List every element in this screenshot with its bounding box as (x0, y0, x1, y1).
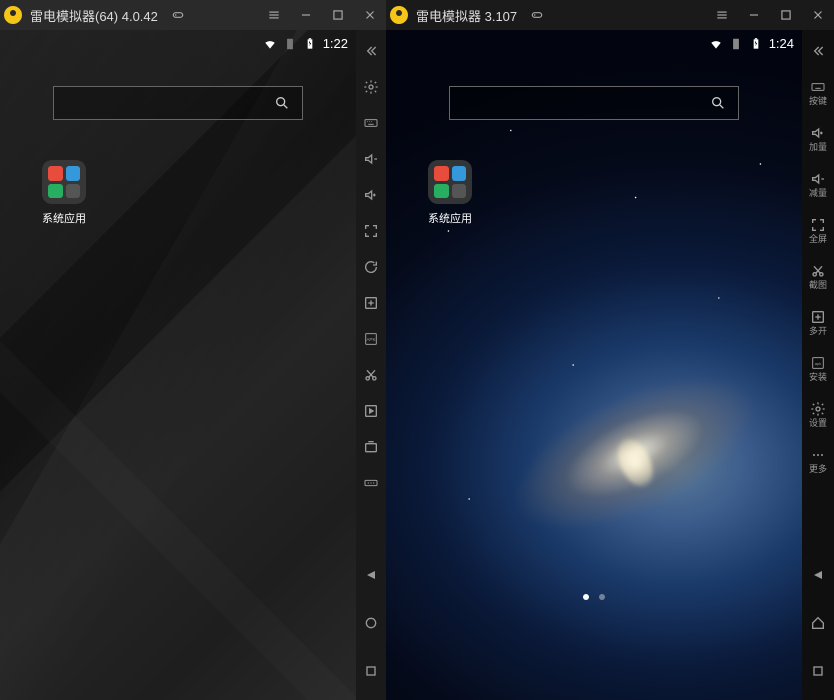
multi-instance-button[interactable]: 多开 (804, 300, 832, 344)
fullscreen-button[interactable]: 全屏 (804, 208, 832, 252)
settings-icon[interactable] (357, 70, 385, 104)
keymap-button[interactable]: 按键 (804, 70, 832, 114)
status-bar: 1:24 (709, 36, 794, 51)
battery-icon (749, 37, 763, 51)
close-icon[interactable] (806, 3, 830, 27)
status-bar: 1:22 (263, 36, 348, 51)
status-time: 1:24 (769, 36, 794, 51)
back-icon[interactable] (357, 558, 385, 592)
no-sim-icon (283, 37, 297, 51)
app-logo-icon (390, 6, 408, 24)
search-bar[interactable] (53, 86, 303, 120)
volume-down-button[interactable]: 减量 (804, 162, 832, 206)
volume-up-icon[interactable] (357, 178, 385, 212)
apk-icon[interactable]: APK (357, 322, 385, 356)
more-icon[interactable] (357, 466, 385, 500)
maximize-icon[interactable] (774, 3, 798, 27)
svg-text:apk: apk (815, 361, 821, 366)
search-icon[interactable] (262, 95, 302, 111)
back-icon[interactable] (804, 558, 832, 592)
folder-icon (42, 160, 86, 204)
home-icon[interactable] (357, 606, 385, 640)
minimize-icon[interactable] (294, 3, 318, 27)
wallpaper-galaxy (386, 268, 802, 700)
minimize-icon[interactable] (742, 3, 766, 27)
recent-icon[interactable] (804, 654, 832, 688)
add-icon[interactable] (357, 286, 385, 320)
folder-label: 系统应用 (428, 210, 472, 226)
folder-icon (428, 160, 472, 204)
gamepad-icon[interactable] (166, 3, 190, 27)
volume-up-button[interactable]: 加量 (804, 116, 832, 160)
maximize-icon[interactable] (326, 3, 350, 27)
home-icon[interactable] (804, 606, 832, 640)
collapse-icon[interactable] (357, 34, 385, 68)
status-time: 1:22 (323, 36, 348, 51)
toolbar-right: 按键 加量 减量 全屏 截图 多开 apk安装 设置 更多 (802, 30, 834, 700)
android-screen[interactable]: 1:24 系统应用 (386, 30, 802, 700)
folder-label: 系统应用 (42, 210, 86, 226)
page-dot[interactable] (599, 594, 605, 600)
app-logo-icon (4, 6, 22, 24)
volume-down-icon[interactable] (357, 142, 385, 176)
titlebar: 雷电模拟器(64) 4.0.42 (0, 0, 386, 30)
emulator-right: 雷电模拟器 3.107 1:24 系统应用 (386, 0, 834, 700)
install-apk-button[interactable]: apk安装 (804, 346, 832, 390)
play-icon[interactable] (357, 394, 385, 428)
page-indicator (583, 594, 605, 600)
page-dot[interactable] (583, 594, 589, 600)
battery-icon (303, 37, 317, 51)
rotate-icon[interactable] (357, 250, 385, 284)
more-button[interactable]: 更多 (804, 438, 832, 482)
collapse-icon[interactable] (804, 34, 832, 68)
recent-icon[interactable] (357, 654, 385, 688)
emulator-left: 雷电模拟器(64) 4.0.42 1:22 系统应用 (0, 0, 386, 700)
search-bar[interactable] (449, 86, 739, 120)
wifi-icon (263, 37, 277, 51)
window-title: 雷电模拟器(64) 4.0.42 (30, 6, 158, 25)
wifi-icon (709, 37, 723, 51)
no-sim-icon (729, 37, 743, 51)
gamepad-icon[interactable] (525, 3, 549, 27)
menu-icon[interactable] (262, 3, 286, 27)
fullscreen-icon[interactable] (357, 214, 385, 248)
titlebar: 雷电模拟器 3.107 (386, 0, 834, 30)
system-apps-folder[interactable]: 系统应用 (422, 160, 478, 226)
settings-button[interactable]: 设置 (804, 392, 832, 436)
screenshot-button[interactable]: 截图 (804, 254, 832, 298)
window-title: 雷电模拟器 3.107 (416, 6, 517, 25)
toolbar-left: APK (356, 30, 386, 700)
close-icon[interactable] (358, 3, 382, 27)
scissors-icon[interactable] (357, 358, 385, 392)
keyboard-icon[interactable] (357, 106, 385, 140)
search-icon[interactable] (698, 95, 738, 111)
menu-icon[interactable] (710, 3, 734, 27)
screenshot-icon[interactable] (357, 430, 385, 464)
android-screen[interactable]: 1:22 系统应用 (0, 30, 356, 700)
svg-text:APK: APK (366, 337, 376, 342)
system-apps-folder[interactable]: 系统应用 (36, 160, 92, 226)
